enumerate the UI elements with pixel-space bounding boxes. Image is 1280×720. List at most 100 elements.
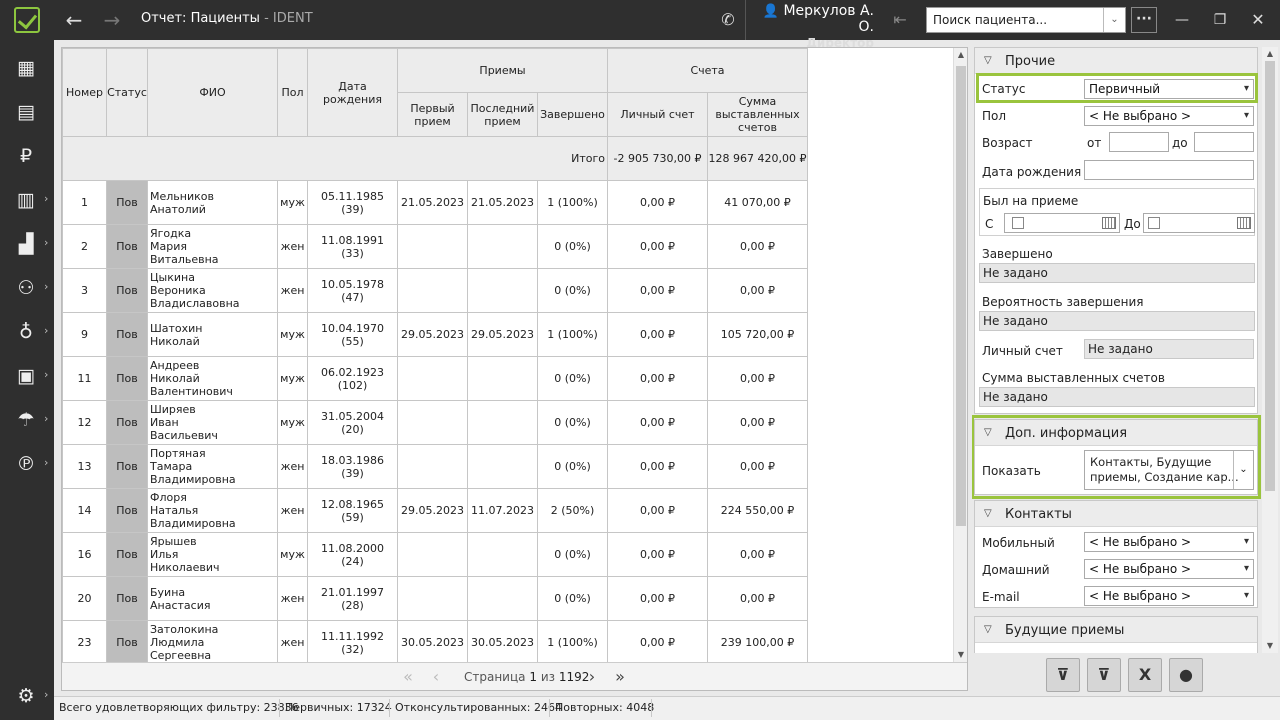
table-row[interactable]: 16 Пов Ярышев Илья Николаевич муж 11.08.2000 (… bbox=[62, 532, 809, 577]
chevron-down-icon[interactable]: ⌄ bbox=[1103, 8, 1125, 32]
col-sex[interactable]: Пол bbox=[277, 48, 308, 137]
scroll-down-icon[interactable]: ▼ bbox=[1262, 639, 1278, 653]
nav-documents[interactable]: ▥ › bbox=[0, 178, 54, 222]
chevron-right-icon: › bbox=[44, 412, 49, 425]
col-billed[interactable]: Сумма выставленных счетов bbox=[706, 92, 809, 137]
cell-sex: муж bbox=[277, 532, 308, 577]
cell-last-visit bbox=[467, 444, 538, 489]
mobile-filter-label: Мобильный bbox=[982, 536, 1055, 550]
nav-insurance[interactable]: ☂ › bbox=[0, 398, 54, 442]
home-filter-select[interactable]: < Не выбрано > ▾ bbox=[1084, 559, 1254, 579]
col-birth[interactable]: Дата рождения bbox=[307, 48, 398, 137]
filter-panel-scrollbar[interactable]: ▲ ▼ bbox=[1262, 47, 1278, 653]
back-arrow-icon[interactable]: ← bbox=[62, 8, 86, 32]
window-title: Отчет: Пациенты - IDENT bbox=[141, 11, 313, 26]
table-row[interactable]: 11 Пов Андреев Николай Валентинович муж 06.02.… bbox=[62, 356, 809, 401]
prev-page-icon[interactable]: ‹ bbox=[426, 667, 446, 687]
col-account[interactable]: Личный счет bbox=[607, 92, 708, 137]
apply-filter-button[interactable]: ⊽ bbox=[1046, 658, 1080, 692]
minimize-button[interactable]: — bbox=[1170, 8, 1194, 32]
nav-payments[interactable]: ℗ › bbox=[0, 442, 54, 486]
nav-finance[interactable]: ₽ bbox=[0, 134, 54, 178]
section-future-visits: ▽ Будущие приемы bbox=[974, 616, 1258, 653]
user-info[interactable]: 👤 Меркулов А. О. Директор bbox=[754, 3, 874, 50]
col-status[interactable]: Статус bbox=[106, 48, 148, 137]
next-page-icon[interactable]: › bbox=[582, 667, 602, 687]
patient-search-input[interactable] bbox=[927, 8, 1097, 32]
table-row[interactable]: 1 Пов Мельников Анатолий муж 05.11.1985 (39) 2… bbox=[62, 180, 809, 225]
table-row[interactable]: 13 Пов Портяная Тамара Владимировна жен 18.03.… bbox=[62, 444, 809, 489]
col-first-visit[interactable]: Первый прием bbox=[397, 92, 468, 137]
forward-arrow-icon[interactable]: → bbox=[100, 8, 124, 32]
first-page-icon[interactable]: « bbox=[398, 667, 418, 687]
visited-from-input[interactable] bbox=[1004, 213, 1120, 233]
patient-search[interactable]: ⌄ bbox=[926, 7, 1126, 33]
last-page-icon[interactable]: » bbox=[610, 667, 630, 687]
logout-icon[interactable]: ⇤ bbox=[888, 8, 912, 32]
mobile-filter-select[interactable]: < Не выбрано > ▾ bbox=[1084, 532, 1254, 552]
send-message-button[interactable]: ● bbox=[1169, 658, 1203, 692]
age-to-input[interactable] bbox=[1194, 132, 1254, 152]
col-number[interactable]: Номер bbox=[62, 48, 107, 137]
nav-reports[interactable]: ▟ › bbox=[0, 222, 54, 266]
cell-number: 2 bbox=[62, 224, 107, 269]
calendar-icon[interactable] bbox=[1102, 217, 1116, 229]
col-last-visit[interactable]: Последний прием bbox=[467, 92, 538, 137]
tooth-icon: ♁ bbox=[19, 321, 33, 343]
scroll-up-icon[interactable]: ▲ bbox=[1262, 47, 1278, 61]
calendar-icon[interactable] bbox=[1237, 217, 1251, 229]
section-future-header[interactable]: ▽ Будущие приемы bbox=[975, 617, 1257, 643]
email-filter-select[interactable]: < Не выбрано > ▾ bbox=[1084, 586, 1254, 606]
nav-schedule[interactable]: ▦ bbox=[0, 46, 54, 90]
scroll-thumb[interactable] bbox=[1265, 61, 1275, 491]
table-row[interactable]: 9 Пов Шатохин Николай муж 10.04.1970 (55) 29.0… bbox=[62, 312, 809, 357]
nav-dental[interactable]: ♁ › bbox=[0, 310, 54, 354]
export-excel-button[interactable]: X bbox=[1128, 658, 1162, 692]
scroll-thumb[interactable] bbox=[956, 66, 966, 526]
table-row[interactable]: 3 Пов Цыкина Вероника Владиславовна жен 10.05.… bbox=[62, 268, 809, 313]
cell-account: 0,00 ₽ bbox=[607, 532, 708, 577]
col-fio[interactable]: ФИО bbox=[147, 48, 278, 137]
visited-from-checkbox[interactable] bbox=[1012, 217, 1024, 229]
done-filter-value[interactable]: Не задано bbox=[979, 263, 1255, 283]
probability-filter-value[interactable]: Не задано bbox=[979, 311, 1255, 331]
more-options-button[interactable]: ··· bbox=[1131, 7, 1157, 33]
account-filter-value[interactable]: Не задано bbox=[1084, 339, 1254, 359]
phone-icon[interactable]: ✆ bbox=[716, 8, 740, 32]
nav-tasks[interactable]: ▤ bbox=[0, 90, 54, 134]
scroll-up-icon[interactable]: ▲ bbox=[954, 48, 968, 62]
scroll-down-icon[interactable]: ▼ bbox=[954, 648, 968, 662]
table-row[interactable]: 23 Пов Затолокина Людмила Сергеевна жен 11.11.… bbox=[62, 620, 809, 662]
cell-account: 0,00 ₽ bbox=[607, 312, 708, 357]
cell-billed: 0,00 ₽ bbox=[706, 532, 809, 577]
clear-filter-button[interactable]: ⊽ bbox=[1087, 658, 1121, 692]
chevron-down-icon[interactable]: ⌄ bbox=[1233, 451, 1253, 489]
cell-number: 1 bbox=[62, 180, 107, 225]
filter-panel: ▽ Прочие Статус Первичный ▾ Пол < Не выбр… bbox=[972, 47, 1278, 653]
section-contacts-header[interactable]: ▽ Контакты bbox=[975, 501, 1257, 527]
visited-to-checkbox[interactable] bbox=[1148, 217, 1160, 229]
cell-billed: 239 100,00 ₽ bbox=[706, 620, 809, 662]
section-other-header[interactable]: ▽ Прочие bbox=[975, 48, 1257, 74]
table-row[interactable]: 2 Пов Ягодка Мария Витальевна жен 11.08.1991 (… bbox=[62, 224, 809, 269]
app-logo-icon[interactable] bbox=[14, 7, 40, 33]
birth-filter-input[interactable] bbox=[1084, 160, 1254, 180]
status-filter-select[interactable]: Первичный ▾ bbox=[1084, 79, 1254, 99]
table-row[interactable]: 14 Пов Флоря Наталья Владимировна жен 12.08.19… bbox=[62, 488, 809, 533]
cell-fio: Мельников Анатолий bbox=[147, 180, 278, 225]
col-done[interactable]: Завершено bbox=[537, 92, 608, 137]
nav-staff[interactable]: ⚇ › bbox=[0, 266, 54, 310]
table-vertical-scrollbar[interactable]: ▲ ▼ bbox=[953, 48, 967, 662]
table-row[interactable]: 12 Пов Ширяев Иван Васильевич муж 31.05.2004 (… bbox=[62, 400, 809, 445]
close-button[interactable]: ✕ bbox=[1246, 8, 1270, 32]
nav-settings[interactable]: ⚙ › bbox=[0, 674, 54, 718]
section-extra-header[interactable]: ▽ Доп. информация bbox=[975, 420, 1257, 446]
age-from-input[interactable] bbox=[1109, 132, 1169, 152]
table-row[interactable]: 20 Пов Буина Анастасия жен 21.01.1997 (28) 0 (… bbox=[62, 576, 809, 621]
visited-to-input[interactable] bbox=[1143, 213, 1255, 233]
restore-button[interactable]: ❐ bbox=[1208, 8, 1232, 32]
billed-filter-value[interactable]: Не задано bbox=[979, 387, 1255, 407]
sex-filter-select[interactable]: < Не выбрано > ▾ bbox=[1084, 106, 1254, 126]
nav-warehouse[interactable]: ▣ › bbox=[0, 354, 54, 398]
show-columns-select[interactable]: Контакты, Будущие приемы, Создание кар..… bbox=[1084, 450, 1254, 490]
